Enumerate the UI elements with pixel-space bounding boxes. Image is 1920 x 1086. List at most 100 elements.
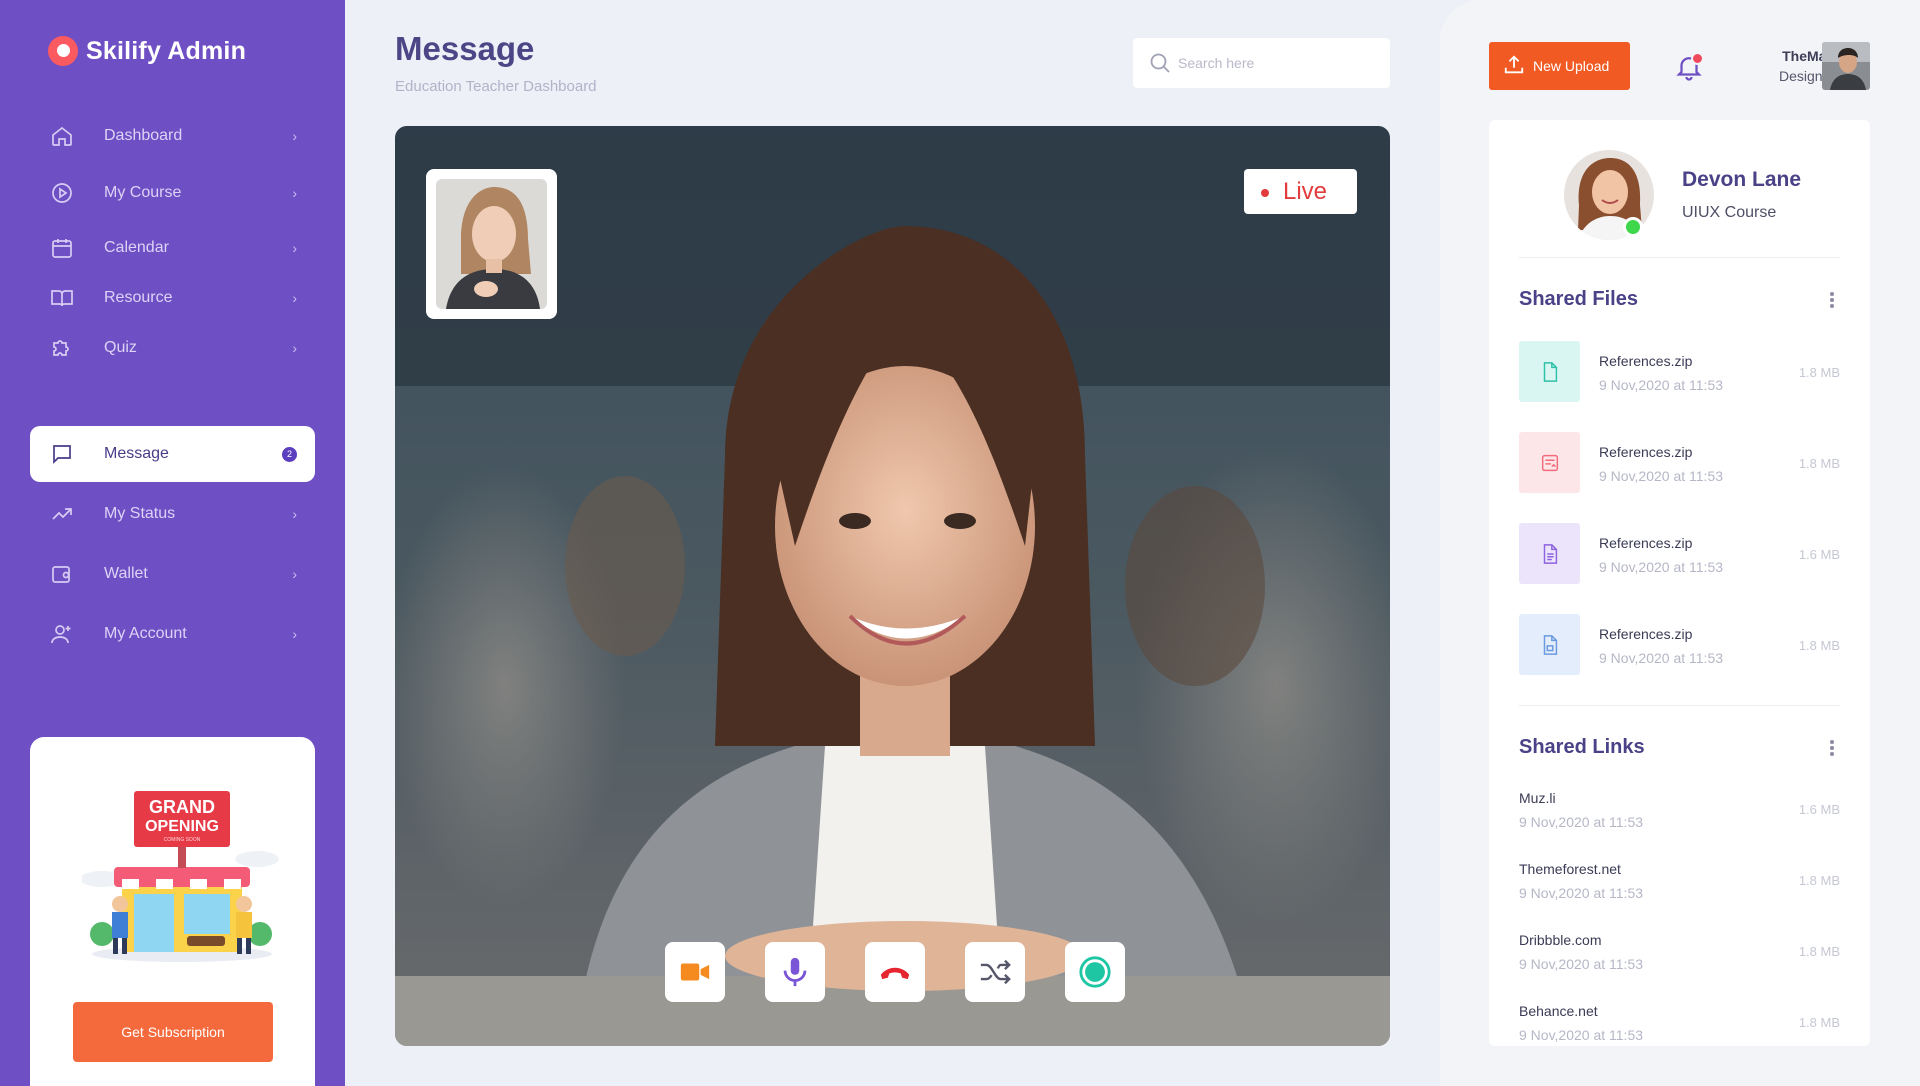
link-item[interactable]: Dribbble.com 9 Nov,2020 at 11:53 1.8 MB	[1519, 932, 1840, 982]
live-label: Live	[1283, 178, 1328, 205]
sidebar-item-label: My Account	[104, 625, 187, 642]
file-name: References.zip	[1599, 444, 1693, 460]
sign-line-1: GRAND	[149, 797, 215, 817]
file-size: 1.8 MB	[1798, 638, 1840, 653]
link-date: 9 Nov,2020 at 11:53	[1519, 956, 1644, 972]
upload-icon	[1504, 55, 1524, 74]
chevron-right-icon: ›	[292, 290, 297, 306]
search-icon	[1150, 53, 1170, 73]
home-icon	[50, 124, 74, 148]
puzzle-icon	[50, 336, 74, 360]
chevron-right-icon: ›	[292, 128, 297, 144]
app-logo[interactable]: Skilify Admin	[48, 36, 246, 66]
document-icon	[1519, 341, 1580, 402]
sidebar-item-my-status[interactable]: My Status ›	[30, 486, 315, 542]
link-size: 1.6 MB	[1798, 802, 1840, 817]
new-upload-button[interactable]: New Upload	[1489, 42, 1630, 90]
sign-line-3: COMING SOON	[164, 837, 201, 843]
calendar-icon	[50, 236, 74, 260]
file-item[interactable]: References.zip 9 Nov,2020 at 11:53 1.8 M…	[1519, 614, 1840, 676]
chevron-right-icon: ›	[292, 566, 297, 582]
microphone-icon	[783, 957, 807, 987]
wallet-icon	[50, 562, 74, 586]
sidebar-item-resource[interactable]: Resource ›	[30, 270, 315, 326]
shared-links-menu-icon[interactable]	[1824, 736, 1840, 760]
text-file-icon	[1519, 523, 1580, 584]
user-icon	[50, 622, 74, 646]
file-date: 9 Nov,2020 at 11:53	[1599, 559, 1724, 575]
file-item[interactable]: References.zip 9 Nov,2020 at 11:53 1.8 M…	[1519, 341, 1840, 403]
sidebar-item-label: Wallet	[104, 565, 148, 582]
divider	[1519, 705, 1840, 706]
online-status-dot	[1623, 217, 1643, 237]
end-call-button[interactable]	[865, 942, 925, 1002]
unread-count-badge: 2	[282, 447, 297, 462]
search-box	[1133, 38, 1390, 88]
sidebar-item-label: My Status	[104, 505, 176, 522]
sidebar-item-label: Calendar	[104, 239, 169, 256]
video-camera-icon	[680, 963, 710, 981]
sidebar-item-my-account[interactable]: My Account ›	[30, 606, 315, 662]
sidebar-item-label: My Course	[104, 184, 182, 201]
get-subscription-button[interactable]: Get Subscription	[73, 1002, 273, 1062]
sidebar-item-label: Quiz	[104, 339, 137, 356]
chevron-right-icon: ›	[292, 340, 297, 356]
user-role: Designer	[1778, 68, 1835, 84]
sidebar-item-label: Message	[104, 445, 169, 462]
shuffle-icon	[980, 959, 1011, 985]
link-date: 9 Nov,2020 at 11:53	[1519, 885, 1644, 901]
new-upload-label: New Upload	[1533, 58, 1610, 74]
link-size: 1.8 MB	[1798, 1015, 1840, 1030]
switch-view-button[interactable]	[965, 942, 1025, 1002]
logo-icon	[48, 36, 78, 66]
record-button[interactable]	[1065, 942, 1125, 1002]
contact-course: UIUX Course	[1682, 204, 1777, 221]
sign-line-2: OPENING	[145, 818, 219, 835]
link-size: 1.8 MB	[1798, 873, 1840, 888]
file-item[interactable]: References.zip 9 Nov,2020 at 11:53 1.6 M…	[1519, 523, 1840, 585]
link-name: Themeforest.net	[1519, 861, 1621, 877]
file-item[interactable]: References.zip 9 Nov,2020 at 11:53 1.8 M…	[1519, 432, 1840, 494]
file-date: 9 Nov,2020 at 11:53	[1599, 650, 1724, 666]
call-controls	[665, 942, 1125, 1002]
search-input[interactable]	[1178, 38, 1378, 88]
sidebar: Skilify Admin Dashboard › My Course › Ca…	[0, 0, 345, 1086]
toggle-microphone-button[interactable]	[765, 942, 825, 1002]
play-circle-icon	[50, 181, 74, 205]
file-date: 9 Nov,2020 at 11:53	[1599, 377, 1724, 393]
self-view-photo	[436, 179, 547, 309]
trending-up-icon	[50, 502, 74, 526]
shared-files-menu-icon[interactable]	[1824, 288, 1840, 312]
link-item[interactable]: Behance.net 9 Nov,2020 at 11:53 1.8 MB	[1519, 1003, 1840, 1046]
live-dot-icon	[1261, 189, 1269, 197]
sidebar-item-message[interactable]: Message 2	[30, 426, 315, 482]
file-size: 1.6 MB	[1798, 547, 1840, 562]
sidebar-item-calendar[interactable]: Calendar ›	[30, 220, 315, 276]
chat-icon	[50, 442, 74, 466]
sidebar-item-my-course[interactable]: My Course ›	[30, 165, 315, 221]
divider	[1519, 257, 1840, 258]
file-name: References.zip	[1599, 353, 1693, 369]
link-date: 9 Nov,2020 at 11:53	[1519, 814, 1644, 830]
sidebar-item-wallet[interactable]: Wallet ›	[30, 546, 315, 602]
link-name: Behance.net	[1519, 1003, 1598, 1019]
file-name: References.zip	[1599, 535, 1693, 551]
toggle-camera-button[interactable]	[665, 942, 725, 1002]
archive-file-icon	[1519, 614, 1580, 675]
sidebar-item-quiz[interactable]: Quiz ›	[30, 320, 315, 376]
self-view-thumbnail[interactable]	[426, 169, 557, 319]
sidebar-item-dashboard[interactable]: Dashboard ›	[30, 108, 315, 164]
hang-up-icon	[880, 967, 910, 980]
sidebar-item-label: Resource	[104, 289, 173, 306]
file-size: 1.8 MB	[1798, 456, 1840, 471]
link-item[interactable]: Themeforest.net 9 Nov,2020 at 11:53 1.8 …	[1519, 861, 1840, 911]
avatar[interactable]	[1822, 42, 1870, 90]
contact-details-card: Devon Lane UIUX Course Shared Files Refe…	[1489, 120, 1870, 1046]
link-size: 1.8 MB	[1798, 944, 1840, 959]
link-date: 9 Nov,2020 at 11:53	[1519, 1027, 1644, 1043]
link-item[interactable]: Muz.li 9 Nov,2020 at 11:53 1.6 MB	[1519, 790, 1840, 840]
chevron-right-icon: ›	[292, 240, 297, 256]
subscription-promo-card: GRAND OPENING COMING SOON Get Subscripti…	[30, 737, 315, 1086]
grand-opening-illustration: GRAND OPENING COMING SOON	[82, 791, 279, 962]
shared-files-title: Shared Files	[1519, 288, 1638, 310]
